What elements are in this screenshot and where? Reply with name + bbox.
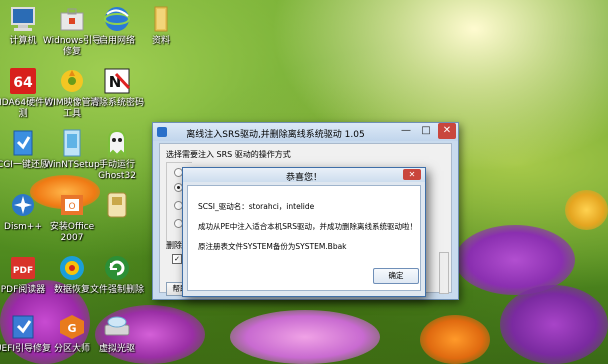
office-icon: O <box>57 190 87 220</box>
dialog-close-button[interactable]: ✕ <box>403 169 421 180</box>
data-recovery-icon <box>57 253 87 283</box>
svg-text:PDF: PDF <box>13 266 33 276</box>
svg-text:O: O <box>68 202 75 212</box>
section-label: 选择需要注入 SRS 驱动的操作方式 <box>166 150 291 159</box>
svg-text:64: 64 <box>13 75 33 91</box>
computer-icon <box>8 4 38 34</box>
ok-button[interactable]: 确定 <box>373 268 419 284</box>
main-window-titlebar[interactable]: 离线注入SRS驱动,并删除离线系统驱动 1.05 — □ ✕ <box>153 123 458 141</box>
pdf-icon: PDF <box>8 253 38 283</box>
dialog-content: SCSI_驱动名：storahci，intelide 成功从PE中注入适合本机S… <box>187 185 421 291</box>
winntsetup-icon <box>57 128 87 158</box>
desktop-icon-force-delete[interactable]: 文件强制删除 <box>86 253 148 296</box>
force-delete-icon <box>102 253 132 283</box>
success-message-text: 成功从PE中注入适合本机SRS驱动，并成功删除离线系统驱动啦！ <box>198 222 417 231</box>
main-window-title: 离线注入SRS驱动,并删除离线系统驱动 1.05 <box>186 130 365 140</box>
minimize-button[interactable]: — <box>396 123 416 139</box>
password-clear-icon: N <box>102 66 132 96</box>
network-icon <box>102 4 132 34</box>
uefi-icon <box>8 312 38 342</box>
right-scroll-control[interactable] <box>439 252 449 294</box>
delete-label: 删除 <box>166 241 182 250</box>
desktop-icon-virtual-drive[interactable]: 虚拟光驱 <box>86 312 148 355</box>
maximize-button[interactable]: □ <box>416 123 436 139</box>
desktop-icon-ghost32[interactable]: 手动运行Ghost32 <box>86 128 148 182</box>
dism-icon <box>8 190 38 220</box>
usb-tool-icon <box>102 190 132 220</box>
partition-icon: G <box>57 312 87 342</box>
dialog-title: 恭喜您！ <box>285 173 322 183</box>
virtual-drive-icon <box>102 312 132 342</box>
success-dialog: 恭喜您！ ✕ SCSI_驱动名：storahci，intelide 成功从PE中… <box>182 167 426 297</box>
close-button[interactable]: ✕ <box>438 123 456 139</box>
driver-name-text: SCSI_驱动名：storahci，intelide <box>198 202 315 211</box>
backup-info-text: 原注册表文件SYSTEM备份为SYSTEM.Bbak <box>198 242 347 251</box>
dialog-titlebar[interactable]: 恭喜您！ ✕ <box>183 168 425 183</box>
desktop-icon-clear-password[interactable]: N 清除系统密码 <box>86 66 148 109</box>
folder-icon <box>146 4 176 34</box>
desktop-icon-usb-tool[interactable] <box>86 190 148 222</box>
wim-icon <box>57 66 87 96</box>
svg-text:G: G <box>67 322 76 335</box>
delete-checkbox[interactable]: ✓ <box>172 254 182 264</box>
cgi-restore-icon <box>8 128 38 158</box>
ghost-icon <box>102 128 132 158</box>
desktop-icon-folder[interactable]: 资料 <box>130 4 192 47</box>
aida64-icon: 64 <box>8 66 38 96</box>
toolbox-icon <box>57 4 87 34</box>
